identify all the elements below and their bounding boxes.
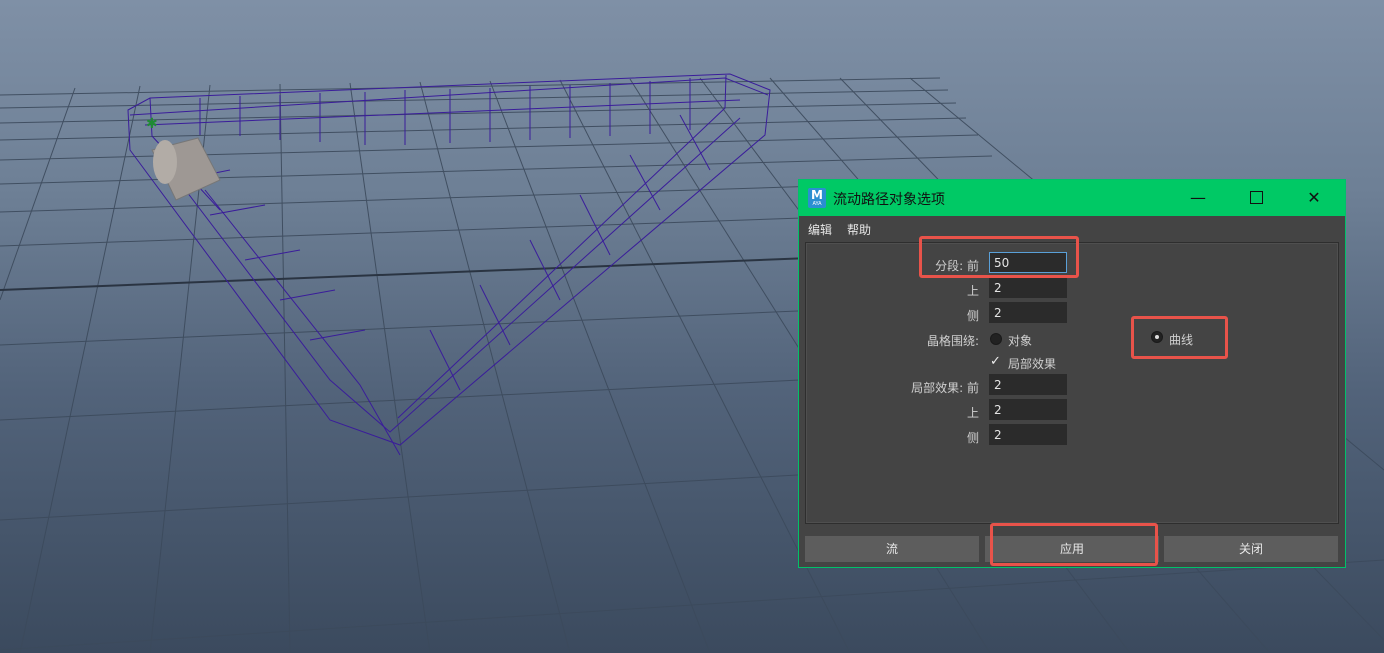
segments-up-label: 上 xyxy=(966,284,979,298)
highlight-curve-option xyxy=(1131,316,1228,359)
app-icon-sub: AYA xyxy=(812,201,822,207)
maximize-icon[interactable] xyxy=(1233,180,1279,216)
menu-edit[interactable]: 编辑 xyxy=(808,221,832,238)
menu-help[interactable]: 帮助 xyxy=(847,221,871,238)
radio-object-label: 对象 xyxy=(1008,334,1033,348)
minimize-icon[interactable]: — xyxy=(1175,180,1221,216)
local-side-label: 侧 xyxy=(966,431,979,445)
pivot-marker-icon: ✱ xyxy=(146,116,158,132)
highlight-apply-button xyxy=(990,523,1158,566)
local-up-label: 上 xyxy=(966,406,979,420)
local-up-field[interactable] xyxy=(989,399,1067,420)
local-side-field[interactable] xyxy=(989,424,1067,445)
radio-object[interactable] xyxy=(990,333,1002,345)
lattice-around-label: 晶格围绕: xyxy=(926,334,979,348)
close-icon[interactable]: ✕ xyxy=(1291,180,1337,216)
dialog-title: 流动路径对象选项 xyxy=(833,192,945,208)
local-effect-checkbox-label: 局部效果 xyxy=(1008,357,1057,371)
highlight-segments-field xyxy=(919,236,1079,278)
flow-button[interactable]: 流 xyxy=(805,536,979,562)
options-panel: 分段: 前 上 侧 晶格围绕: 对象 曲线 ✓ 局部效果 局部效果: 前 上 侧 xyxy=(805,242,1339,524)
segments-side-label: 侧 xyxy=(966,309,979,323)
local-effect-checkbox[interactable]: ✓ xyxy=(990,355,1003,368)
close-button[interactable]: 关闭 xyxy=(1164,536,1338,562)
cylinder-object[interactable] xyxy=(151,137,221,201)
segments-up-field[interactable] xyxy=(989,277,1067,298)
local-front-label: 局部效果: 前 xyxy=(911,381,979,395)
app-icon-letter: M xyxy=(811,188,823,202)
maya-app-icon: M AYA xyxy=(808,188,826,208)
segments-side-field[interactable] xyxy=(989,302,1067,323)
local-front-field[interactable] xyxy=(989,374,1067,395)
dialog-titlebar[interactable]: M AYA 流动路径对象选项 — ✕ xyxy=(799,180,1345,216)
